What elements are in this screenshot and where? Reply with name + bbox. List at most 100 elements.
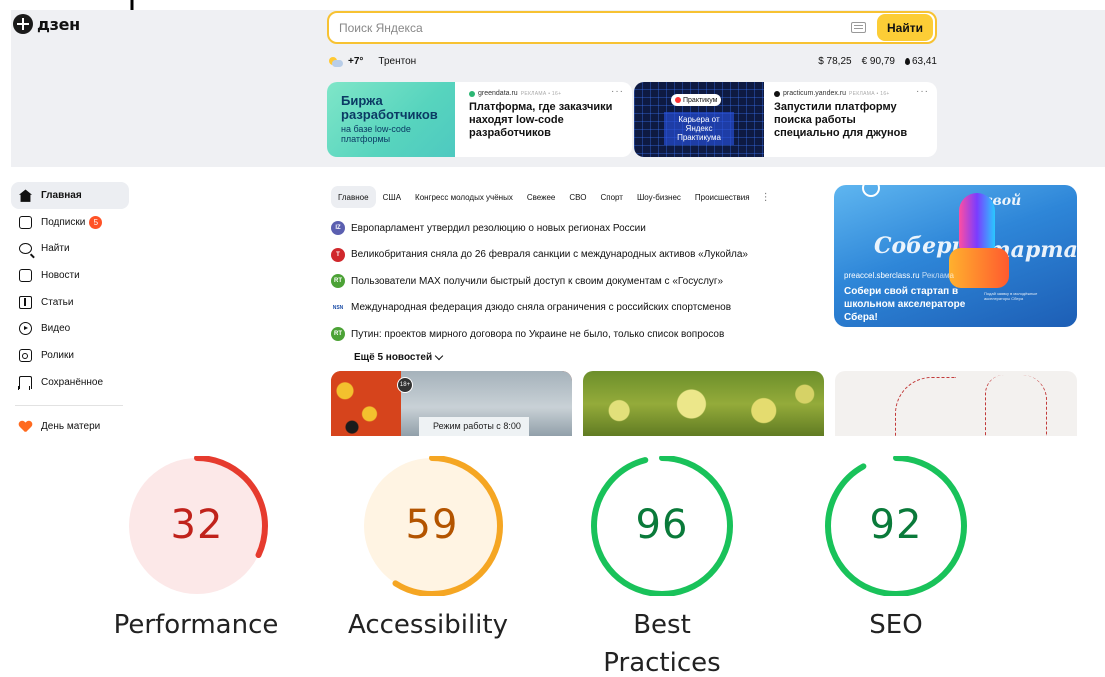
promo-title: Собери свой стартап в школьном акселерат…: [844, 286, 966, 323]
articles-icon: [19, 295, 32, 309]
logo[interactable]: дзен: [13, 14, 80, 34]
sidebar-item-search[interactable]: Найти: [11, 235, 129, 262]
oil-rate: 63,41: [904, 56, 937, 67]
ad-label: РЕКЛАМА • 16+: [520, 90, 562, 97]
score-gauge-best-practices: 96: [577, 456, 747, 596]
rates[interactable]: $ 78,25 € 90,79 63,41: [818, 56, 937, 67]
tab-showbiz[interactable]: Шоу-бизнес: [630, 186, 688, 208]
header: дзен Найти +7° Трентон $ 78,25 € 90,79 6…: [11, 10, 1105, 167]
ad-title: Платформа, где заказчики находят low-cod…: [469, 101, 613, 139]
ad-card-practicum[interactable]: Практикум Карьера от Яндекс Практикума p…: [634, 82, 937, 157]
sidebar-item-label: Подписки: [41, 216, 86, 228]
ad-source-domain: practicum.yandex.ru: [783, 90, 847, 97]
score-value: 96: [635, 502, 689, 548]
sidebar-item-news[interactable]: Новости: [11, 262, 129, 289]
sidebar-item-label: Главная: [41, 189, 82, 201]
promo-label: Реклама: [921, 271, 954, 280]
weather[interactable]: +7° Трентон: [329, 56, 416, 67]
source-icon: RT: [331, 327, 345, 342]
tab-sport[interactable]: Спорт: [593, 186, 630, 208]
score-label: Accessibility: [348, 610, 508, 640]
news-item[interactable]: RT Пользователи MAX получили быстрый дос…: [331, 268, 821, 295]
more-tabs-icon[interactable]: ⋮: [757, 192, 771, 203]
ad-image-line: разработчиков: [341, 107, 438, 122]
bookmark-icon: [18, 375, 32, 390]
score-gauge-seo: 92: [811, 456, 981, 596]
sidebar-item-label: День матери: [41, 421, 101, 433]
ring-icon: [862, 185, 880, 197]
more-menu-icon[interactable]: ···: [611, 86, 624, 97]
ad-title: Запустили платформу поиска работы специа…: [774, 101, 908, 139]
news-headline: Международная федерация дзюдо сняла огра…: [351, 302, 732, 314]
temperature: +7°: [348, 56, 364, 67]
search-button[interactable]: Найти: [877, 14, 933, 41]
news-list: IZ Европарламент утвердил резолюцию о но…: [331, 215, 821, 363]
news-item[interactable]: IZ Европарламент утвердил резолюцию о но…: [331, 215, 821, 242]
video-icon: [19, 322, 32, 336]
usd-rate: $ 78,25: [818, 56, 852, 67]
tab-incidents[interactable]: Происшествия: [688, 186, 757, 208]
source-icon: IZ: [331, 221, 345, 236]
tab-main[interactable]: Главное: [331, 186, 376, 208]
ad-image: Биржа разработчиков на базе low-code пла…: [327, 82, 455, 157]
search-bar: Найти: [327, 11, 937, 44]
sidebar-item-label: Статьи: [41, 296, 74, 308]
tab-congress[interactable]: Конгресс молодых учёных: [408, 186, 520, 208]
news-tabs: Главное США Конгресс молодых учёных Свеж…: [331, 186, 771, 208]
news-item[interactable]: RT Путин: проектов мирного договора по У…: [331, 321, 821, 348]
sidebar-item-articles[interactable]: Статьи: [11, 289, 129, 316]
promo-card[interactable]: Собери свой стартап preaccel.sberclass.r…: [834, 185, 1077, 327]
score-label: Performance: [113, 610, 279, 640]
card-image: [331, 371, 401, 436]
feed-card-thumbnail[interactable]: 18+ Режим работы с 8:00: [331, 371, 572, 436]
news-item[interactable]: NSN Международная федерация дзюдо сняла …: [331, 295, 821, 322]
source-icon: RT: [331, 274, 345, 289]
source-icon: [774, 90, 780, 97]
score-label: SEO: [869, 610, 923, 640]
sidebar-item-home[interactable]: Главная: [11, 182, 129, 209]
ad-body: greendata.ru РЕКЛАМА • 16+ Платформа, гд…: [469, 90, 619, 140]
more-menu-icon[interactable]: ···: [916, 86, 929, 97]
sidebar-item-label: Новости: [41, 269, 80, 281]
promo-source: preaccel.sberclass.ru Реклама: [844, 271, 954, 280]
dzen-screenshot: дзен Найти +7° Трентон $ 78,25 € 90,79 6…: [11, 10, 1105, 436]
weather-icon: [329, 56, 343, 67]
source-icon: NSN: [331, 300, 345, 315]
sidebar-item-saved[interactable]: Сохранённое: [11, 369, 129, 396]
search-input[interactable]: [339, 13, 839, 42]
tab-fresh[interactable]: Свежее: [520, 186, 563, 208]
pill-text: Практикум: [683, 96, 718, 104]
more-news-button[interactable]: Ещё 5 новостей: [354, 351, 821, 363]
sidebar-item-label: Найти: [41, 243, 70, 255]
practicum-logo-icon: [675, 97, 681, 103]
feed-card-thumbnail[interactable]: [583, 371, 824, 436]
more-news-label: Ещё 5 новостей: [354, 351, 433, 363]
home-icon: [19, 189, 32, 202]
sidebar-item-clips[interactable]: Ролики: [11, 342, 129, 369]
ad-image: Практикум Карьера от Яндекс Практикума: [634, 82, 764, 157]
sidebar-item-mothers-day[interactable]: День матери: [11, 414, 129, 437]
tab-svo[interactable]: СВО: [562, 186, 593, 208]
feed-card-thumbnail[interactable]: [835, 371, 1077, 436]
ad-card-greendata[interactable]: Биржа разработчиков на базе low-code пла…: [327, 82, 632, 157]
keyboard-icon[interactable]: [851, 22, 866, 33]
subscriptions-icon: [19, 215, 32, 229]
news-item[interactable]: Т Великобритания сняла до 26 февраля сан…: [331, 242, 821, 269]
sidebar-item-label: Сохранённое: [41, 376, 104, 388]
news-headline: Пользователи MAX получили быстрый доступ…: [351, 275, 724, 287]
tab-usa[interactable]: США: [376, 186, 408, 208]
sidebar-item-video[interactable]: Видео: [11, 315, 129, 342]
source-icon: Т: [331, 247, 345, 262]
chevron-down-icon: [434, 351, 444, 360]
ad-source: practicum.yandex.ru РЕКЛАМА • 16+: [774, 90, 914, 97]
oil-value: 63,41: [911, 56, 937, 67]
score-label: Best Practices: [603, 610, 721, 677]
score-value: 92: [869, 502, 923, 548]
ad-image-line: на базе low-code: [341, 124, 411, 134]
ad-body: practicum.yandex.ru РЕКЛАМА • 16+ Запуст…: [774, 90, 914, 140]
ad-label: РЕКЛАМА • 16+: [849, 90, 890, 97]
age-rating-badge: 18+: [397, 377, 413, 393]
score-gauge-performance: 32: [112, 456, 282, 596]
sidebar-item-subscriptions[interactable]: Подписки 5: [11, 209, 129, 236]
sidebar-item-label: Видео: [41, 323, 71, 335]
